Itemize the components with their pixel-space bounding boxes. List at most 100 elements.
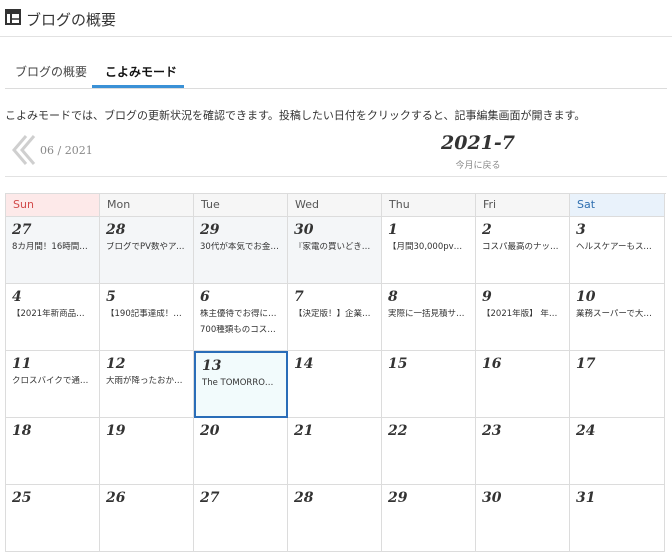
post-title-link[interactable]: 【月間30,000pv達成】 (388, 242, 469, 253)
post-title-link[interactable]: クロスバイクで通勤する (12, 376, 93, 387)
calendar-day[interactable]: 19 (100, 418, 194, 485)
day-number: 6 (200, 289, 210, 305)
calendar-day[interactable]: 21 (288, 418, 382, 485)
day-number: 26 (106, 490, 126, 506)
calendar-grid: SunMonTueWedThuFriSat278カ月間！16時間ダイエット28ブ… (5, 193, 666, 552)
day-number: 12 (106, 356, 126, 372)
day-number: 18 (12, 423, 32, 439)
day-number: 30 (294, 222, 314, 238)
calendar-day[interactable]: 3 ヘルスケアーもスマホで (570, 217, 665, 284)
calendar-description: こよみモードでは、ブログの更新状況を確認できます。投稿したい日付をクリックすると… (5, 109, 586, 122)
post-title-link[interactable]: 【2021年版】 年間予定 (482, 309, 563, 320)
week-row: 11 クロスバイクで通勤する 12 大雨が降ったおかげで 13 The TOMORROW … (6, 351, 666, 418)
weekday-header-thu: Thu (382, 194, 476, 217)
post-title-link[interactable]: ブログでPV数やアクセス (106, 242, 187, 253)
day-number: 31 (576, 490, 596, 506)
weekday-header-fri: Fri (476, 194, 570, 217)
weekday-header-mon: Mon (100, 194, 194, 217)
post-title-link[interactable]: 業務スーパーで大人買い (576, 309, 658, 320)
post-title-link[interactable]: 実際に一括見積サイトを使う (388, 309, 469, 320)
calendar-day[interactable]: 15 (382, 351, 476, 418)
calendar-day[interactable]: 6 株主優待でお得に暮らす 700種類ものコスメから (194, 284, 288, 351)
calendar-day[interactable]: 5 【190記事達成！】振り返り (100, 284, 194, 351)
week-row: 18 19 20 21 22 23 24 (6, 418, 666, 485)
weekday-header-sun: Sun (6, 194, 100, 217)
day-number: 20 (200, 423, 220, 439)
post-title-link[interactable]: ヘルスケアーもスマホで (576, 242, 658, 253)
calendar-day[interactable]: 8 実際に一括見積サイトを使う (382, 284, 476, 351)
day-number: 8 (388, 289, 398, 305)
calendar-day[interactable]: 30 (476, 485, 570, 552)
calendar-day[interactable]: 9 【2021年版】 年間予定 (476, 284, 570, 351)
day-number: 19 (106, 423, 126, 439)
calendar-day[interactable]: 24 (570, 418, 665, 485)
previous-month-link[interactable]: 06 / 2021 (40, 144, 93, 157)
calendar-day[interactable]: 29 30代が本気でお金を貯める (194, 217, 288, 284)
day-number: 23 (482, 423, 502, 439)
tab-overview[interactable]: ブログの概要 (15, 63, 87, 80)
previous-month-chevron-icon[interactable] (8, 132, 38, 168)
day-number: 17 (576, 356, 596, 372)
calendar-day[interactable]: 23 (476, 418, 570, 485)
post-title-link[interactable]: The TOMORROW TIMES (202, 378, 280, 389)
dashboard-icon (5, 9, 21, 25)
calendar-day[interactable]: 25 (6, 485, 100, 552)
post-title-link[interactable]: 8カ月間！16時間ダイエット (12, 242, 93, 253)
day-number: 28 (106, 222, 126, 238)
post-title-link[interactable]: 『家電の買いどき』教えます (294, 242, 375, 253)
day-number: 29 (388, 490, 408, 506)
weekday-header-tue: Tue (194, 194, 288, 217)
post-title-link[interactable]: コスパ最高のナッツを探す (482, 242, 563, 253)
day-number: 13 (202, 358, 222, 374)
calendar-day-today[interactable]: 13 The TOMORROW TIMES (194, 351, 288, 418)
calendar-day[interactable]: 30 『家電の買いどき』教えます (288, 217, 382, 284)
post-title-link[interactable]: 株主優待でお得に暮らす (200, 309, 281, 320)
calendar-day[interactable]: 29 (382, 485, 476, 552)
calendar-day[interactable]: 14 (288, 351, 382, 418)
day-number: 27 (12, 222, 32, 238)
day-number: 16 (482, 356, 502, 372)
post-title-link[interactable]: 【2021年新商品】ランキング (12, 309, 93, 320)
page-title: ブログの概要 (26, 11, 117, 29)
calendar-day[interactable]: 18 (6, 418, 100, 485)
day-number: 21 (294, 423, 314, 439)
post-title-link[interactable]: 大雨が降ったおかげで (106, 376, 187, 387)
calendar-day[interactable]: 20 (194, 418, 288, 485)
current-month-title: 2021-7 (441, 132, 515, 154)
calendar-day[interactable]: 2 コスパ最高のナッツを探す (476, 217, 570, 284)
calendar-day[interactable]: 4 【2021年新商品】ランキング (6, 284, 100, 351)
calendar-day[interactable]: 11 クロスバイクで通勤する (6, 351, 100, 418)
calendar-day[interactable]: 7 【決定版！】企業型確定拠出 (288, 284, 382, 351)
post-title-link[interactable]: 700種類ものコスメから (200, 325, 281, 336)
day-number: 1 (388, 222, 398, 238)
day-number: 11 (12, 356, 32, 372)
calendar-day[interactable]: 16 (476, 351, 570, 418)
weekday-header-sat: Sat (570, 194, 665, 217)
day-number: 29 (200, 222, 220, 238)
weekday-header-row: Sun Mon Tue Wed Thu Fri Sat (6, 194, 666, 217)
day-number: 7 (294, 289, 304, 305)
week-row: 27 8カ月間！16時間ダイエット 28 ブログでPV数やアクセス 29 30代が本気でお… (6, 217, 666, 284)
post-title-link[interactable]: 30代が本気でお金を貯める (200, 242, 281, 253)
day-number: 27 (200, 490, 220, 506)
calendar-day[interactable]: 26 (100, 485, 194, 552)
calendar-day[interactable]: 28 ブログでPV数やアクセス (100, 217, 194, 284)
tab-calendar-mode[interactable]: こよみモード (105, 63, 177, 80)
calendar-day[interactable]: 28 (288, 485, 382, 552)
calendar-day[interactable]: 22 (382, 418, 476, 485)
calendar-day[interactable]: 31 (570, 485, 665, 552)
day-number: 28 (294, 490, 314, 506)
calendar-day[interactable]: 1 【月間30,000pv達成】 (382, 217, 476, 284)
week-row: 25 26 27 28 29 30 31 (6, 485, 666, 552)
post-title-link[interactable]: 【190記事達成！】振り返り (106, 309, 187, 320)
day-number: 4 (12, 289, 22, 305)
back-to-this-month-link[interactable]: 今月に戻る (378, 158, 578, 171)
day-number: 2 (482, 222, 492, 238)
calendar-day[interactable]: 10 業務スーパーで大人買い (570, 284, 665, 351)
post-title-link[interactable]: 【決定版！】企業型確定拠出 (294, 309, 375, 320)
calendar-day[interactable]: 17 (570, 351, 665, 418)
calendar-day[interactable]: 12 大雨が降ったおかげで (100, 351, 194, 418)
day-number: 3 (576, 222, 586, 238)
calendar-day[interactable]: 27 (194, 485, 288, 552)
calendar-day[interactable]: 27 8カ月間！16時間ダイエット (6, 217, 100, 284)
